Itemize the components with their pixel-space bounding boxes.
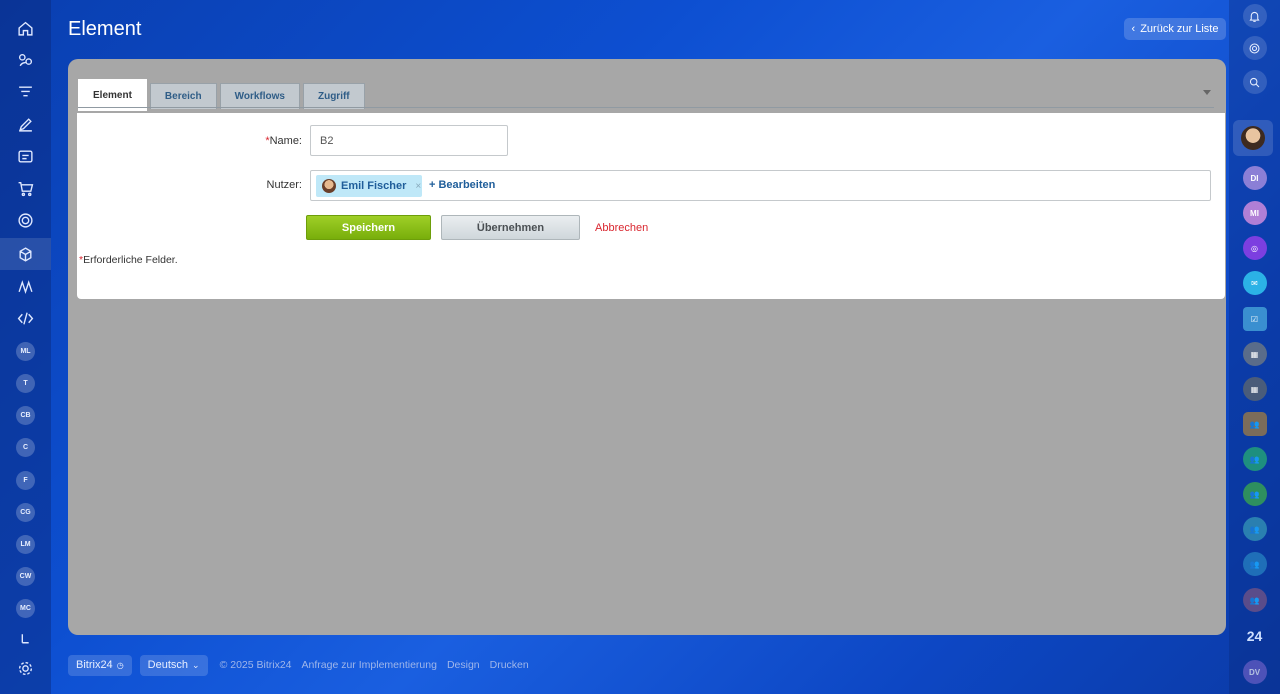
name-input[interactable] — [310, 125, 508, 156]
users-selector[interactable]: Emil Fischer × + Bearbeiten — [310, 170, 1211, 201]
crm-icon[interactable] — [0, 44, 51, 76]
pen-icon[interactable] — [0, 108, 51, 140]
task-icon[interactable]: ☑ — [1229, 303, 1280, 335]
group-chat-7-icon[interactable]: 👥 — [1229, 548, 1280, 580]
tab-divider — [78, 107, 1214, 108]
edit-users-link[interactable]: + Bearbeiten — [429, 179, 495, 191]
language-select[interactable]: Deutsch ⌄ — [139, 654, 208, 676]
box-icon[interactable] — [0, 238, 51, 270]
group-chat-4-icon[interactable]: 👥 — [1229, 443, 1280, 475]
bitrix24-brand-button[interactable]: Bitrix24 ◷ — [68, 654, 132, 676]
tab-workflows[interactable]: Workflows — [219, 83, 300, 109]
language-label: Deutsch — [147, 659, 189, 671]
group-chat-8-icon[interactable]: 👥 — [1229, 584, 1280, 616]
copilot-icon[interactable] — [1229, 32, 1280, 64]
sidebar-item-cw[interactable]: CW — [0, 560, 51, 592]
sidebar-item-lm[interactable]: LM — [0, 528, 51, 560]
group-chat-6-icon[interactable]: 👥 — [1229, 513, 1280, 545]
clock-icon: ◷ — [116, 660, 124, 670]
left-sidebar: ML T CB C F CG LM CW MC — [0, 0, 51, 694]
tab-dropdown-arrow-icon[interactable] — [1203, 90, 1211, 95]
save-button[interactable]: Speichern — [306, 215, 431, 240]
chevron-left-icon: ‹ — [1131, 23, 1136, 35]
collapse-icon[interactable] — [0, 622, 51, 654]
copilot-chat-icon[interactable]: ◎ — [1229, 232, 1280, 264]
group-chat-2-icon[interactable]: ▦ — [1229, 373, 1280, 405]
user-chip-name: Emil Fischer — [341, 180, 407, 192]
required-note-text: Erforderliche Felder. — [83, 254, 178, 266]
contact-di[interactable]: DI — [1229, 162, 1280, 194]
back-to-list-label: Zurück zur Liste — [1140, 23, 1219, 35]
footer-link-print[interactable]: Drucken — [490, 659, 529, 671]
user-chip[interactable]: Emil Fischer × — [316, 175, 422, 197]
name-label-text: Name: — [269, 135, 302, 147]
sidebar-item-ml[interactable]: ML — [0, 335, 51, 367]
required-fields-note: *Erforderliche Felder. — [79, 254, 178, 266]
settings-gear-icon[interactable] — [0, 652, 51, 684]
name-field-label: *Name: — [77, 135, 302, 147]
group-chat-5-icon[interactable]: 👥 — [1229, 478, 1280, 510]
sidebar-item-c[interactable]: C — [0, 431, 51, 463]
brand-label: Bitrix24 — [76, 659, 113, 671]
user-avatar[interactable] — [1233, 120, 1273, 156]
workarea: Element Bereich Workflows Zugriff *Name:… — [68, 59, 1226, 635]
contact-dv[interactable]: DV — [1229, 656, 1280, 688]
copyright-text: © 2025 Bitrix24 — [219, 659, 292, 671]
back-to-list-button[interactable]: ‹ Zurück zur Liste — [1124, 18, 1226, 40]
target-icon[interactable] — [0, 204, 51, 236]
tab-zugriff[interactable]: Zugriff — [302, 83, 365, 109]
tab-bereich[interactable]: Bereich — [149, 83, 217, 109]
automation-icon[interactable] — [0, 270, 51, 302]
code-icon[interactable] — [0, 302, 51, 334]
notification-bell-icon[interactable] — [1229, 0, 1280, 32]
right-sidebar: DI MI ◎ ✉ ☑ ▦ ▦ 👥 👥 👥 👥 👥 👥 24 DV — [1229, 0, 1280, 694]
users-field-label: Nutzer: — [266, 179, 302, 191]
cancel-link[interactable]: Abbrechen — [595, 222, 648, 234]
home-icon[interactable] — [0, 12, 51, 44]
form-panel: *Name: Nutzer: Emil Fischer × + Bearbeit… — [77, 113, 1225, 299]
contact-mi[interactable]: MI — [1229, 197, 1280, 229]
sidebar-item-cg[interactable]: CG — [0, 496, 51, 528]
chat-bubble-icon[interactable]: ✉ — [1229, 267, 1280, 299]
page-title: Element — [68, 18, 142, 40]
apply-button[interactable]: Übernehmen — [441, 215, 580, 240]
cart-icon[interactable] — [0, 172, 51, 204]
search-chat-icon[interactable] — [1229, 66, 1280, 98]
footer-link-design[interactable]: Design — [447, 659, 480, 671]
footer-link-implementation[interactable]: Anfrage zur Implementierung — [302, 659, 437, 671]
tab-bar: Element Bereich Workflows Zugriff — [78, 79, 365, 111]
group-chat-3-icon[interactable]: 👥 — [1229, 408, 1280, 440]
sidebar-item-f[interactable]: F — [0, 464, 51, 496]
group-chat-1-icon[interactable]: ▦ — [1229, 338, 1280, 370]
filter-funnel-icon[interactable] — [0, 76, 51, 108]
sidebar-item-mc[interactable]: MC — [0, 592, 51, 624]
remove-user-icon[interactable]: × — [415, 181, 421, 192]
user-avatar-icon — [322, 179, 336, 193]
chevron-down-icon: ⌄ — [192, 659, 200, 670]
sidebar-item-cb[interactable]: CB — [0, 399, 51, 431]
footer: Bitrix24 ◷ Deutsch ⌄ © 2025 Bitrix24 Anf… — [68, 654, 529, 676]
contact-card-icon[interactable] — [0, 140, 51, 172]
sidebar-item-t[interactable]: T — [0, 367, 51, 399]
bitrix24-counter[interactable]: 24 — [1229, 620, 1280, 652]
